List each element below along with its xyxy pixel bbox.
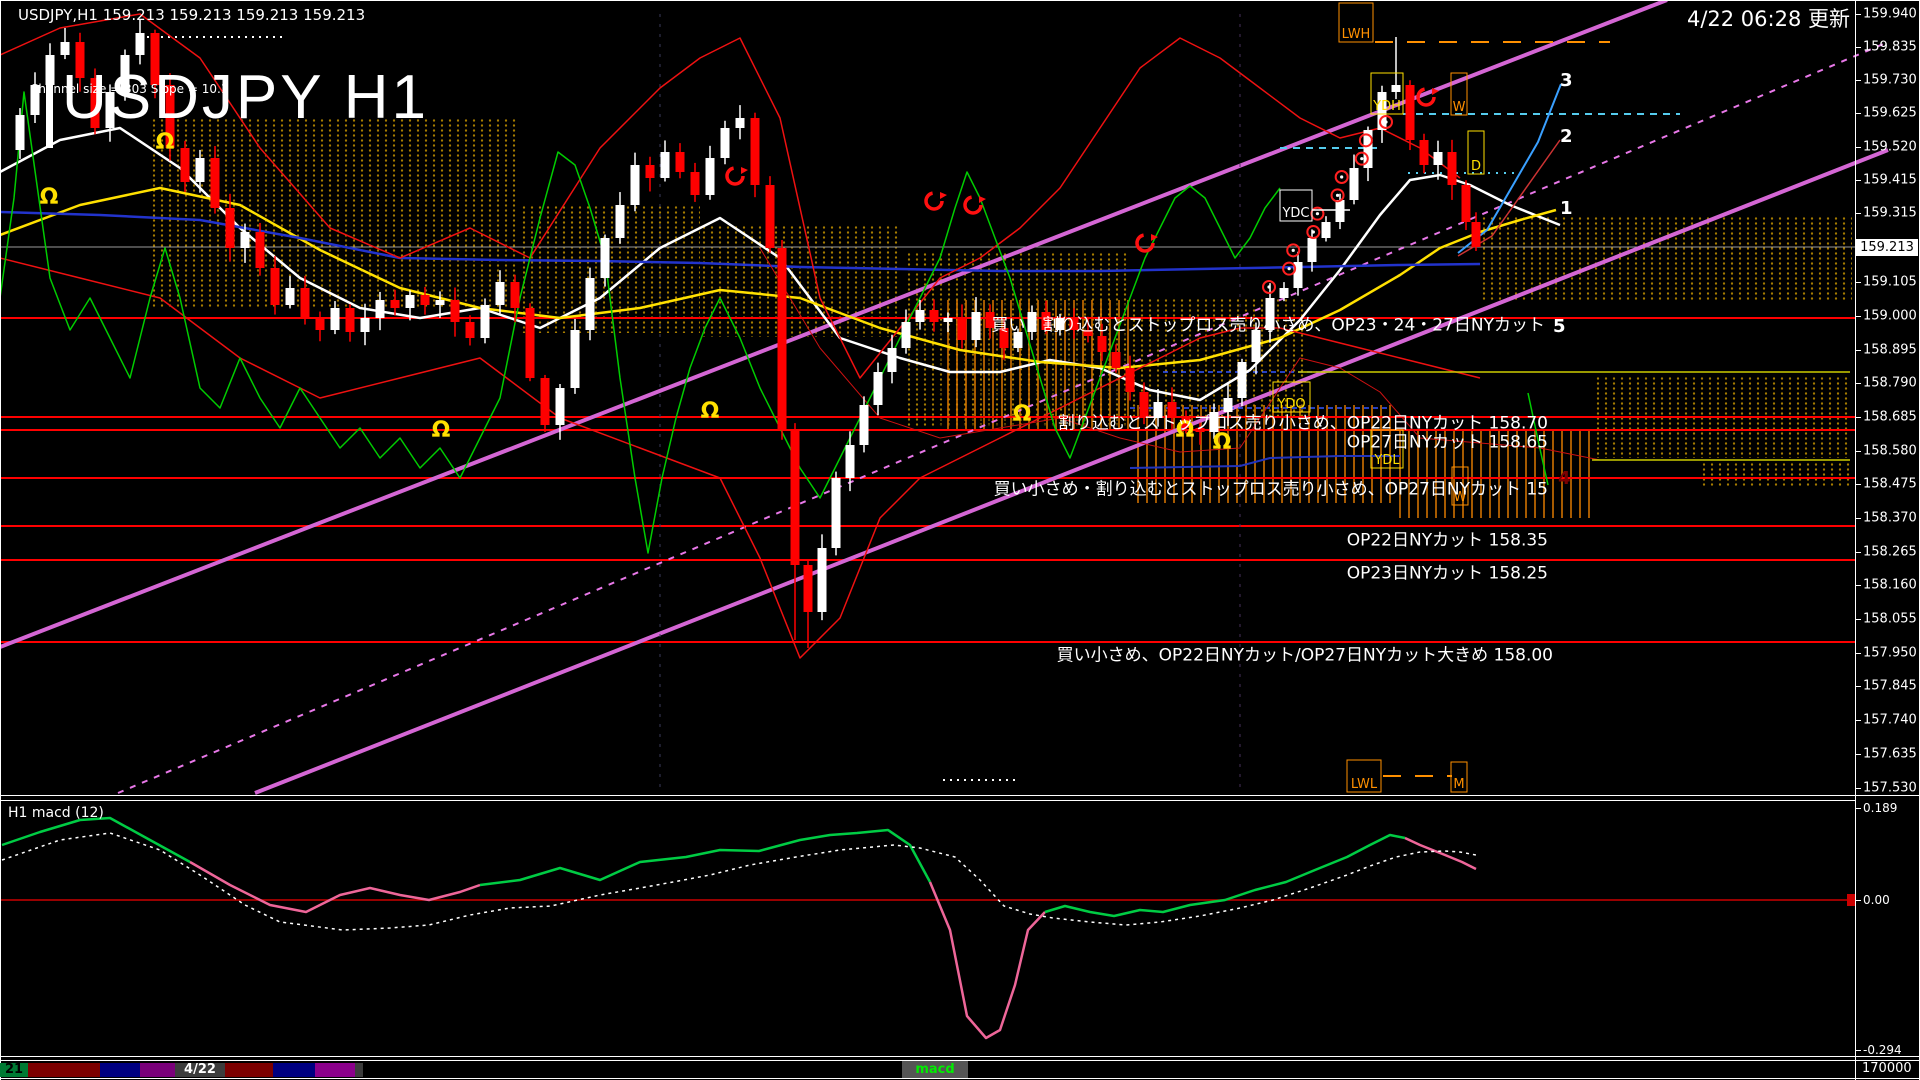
refresh-timestamp-button[interactable]: 4/22 06:28 更新 <box>1687 3 1850 33</box>
price-axis-label: 157.530 <box>1863 780 1917 796</box>
label-layer: 159.940 159.835 159.730 159.625 159.520 159.4… <box>0 0 1920 1080</box>
frame-line-6 <box>0 1078 1920 1079</box>
price-axis-label: 159.415 <box>1863 172 1917 188</box>
price-axis-tick <box>1855 47 1861 48</box>
price-axis-label: 157.635 <box>1863 746 1917 762</box>
timeline-bar-segment-5: 4/22 <box>175 1063 225 1077</box>
frame-line-1 <box>0 0 1920 1</box>
price-axis-tick <box>1855 14 1861 15</box>
price-axis-tick <box>1855 788 1861 789</box>
macd-axis-tick <box>1855 1050 1861 1051</box>
price-axis-tick <box>1855 552 1861 553</box>
frame-line-9 <box>1855 0 1856 1080</box>
price-axis-tick <box>1855 350 1861 351</box>
price-axis-tick <box>1855 417 1861 418</box>
price-axis-label: 159.625 <box>1863 105 1917 121</box>
price-axis-label: 158.580 <box>1863 443 1917 459</box>
timeline-bar-label: 4/22 <box>184 1062 216 1077</box>
bottom-right-value: 170000 <box>1862 1061 1912 1076</box>
op-annotation-text-6: OP23日NYカット 158.25 <box>1346 563 1548 584</box>
price-axis-label: 157.740 <box>1863 712 1917 728</box>
timeline-bar-segment-7 <box>273 1063 315 1077</box>
timeline-bar-label: 21 <box>4 1062 24 1077</box>
watermark-symbol-text: USDJPY H1 <box>62 63 429 132</box>
macd-axis-label: 0.00 <box>1863 893 1890 907</box>
price-axis-label: 158.370 <box>1863 510 1917 526</box>
timeline-bar-segment-6 <box>225 1063 273 1077</box>
price-axis-label: 159.105 <box>1863 274 1917 290</box>
macd-indicator-label: H1 macd (12) <box>8 805 104 821</box>
macd-axis-label: -0.294 <box>1863 1043 1902 1057</box>
frame-line-3 <box>0 800 1856 801</box>
macd-toggle-button[interactable]: macd ON! <box>902 1061 968 1080</box>
price-axis-label: 159.835 <box>1863 39 1917 55</box>
price-axis-tick <box>1855 754 1861 755</box>
price-axis-label: 158.475 <box>1863 476 1917 492</box>
frame-line-2 <box>0 795 1920 796</box>
op-annotation-text-5: OP22日NYカット 158.35 <box>1346 530 1548 551</box>
op-annotation-text-3: OP27日NYカット 158.65 <box>1346 432 1548 453</box>
price-axis-label: 158.265 <box>1863 544 1917 560</box>
price-axis-label: 159.000 <box>1863 308 1917 324</box>
price-axis-tick <box>1855 113 1861 114</box>
price-axis-tick <box>1855 383 1861 384</box>
price-axis-tick <box>1855 518 1861 519</box>
price-axis-label: 158.055 <box>1863 611 1917 627</box>
price-axis-tick <box>1855 316 1861 317</box>
price-axis-tick <box>1855 147 1861 148</box>
price-axis-label: 158.895 <box>1863 342 1917 358</box>
price-axis-tick <box>1855 619 1861 620</box>
timeline-bar-segment-1: 21 <box>0 1063 28 1077</box>
price-axis-label: 159.520 <box>1863 139 1917 155</box>
price-axis-label: 159.315 <box>1863 205 1917 221</box>
macd-axis-tick <box>1855 900 1861 901</box>
price-axis-label: 157.845 <box>1863 678 1917 694</box>
price-axis-tick <box>1855 720 1861 721</box>
price-axis-label: 158.790 <box>1863 375 1917 391</box>
price-axis-tick <box>1855 653 1861 654</box>
timeline-bar-segment-3 <box>100 1063 140 1077</box>
op-annotation-text-1: 買い・割り込むとストップロス売り小さめ、OP23・24・27日NYカット <box>991 315 1545 336</box>
price-axis-label: 157.950 <box>1863 645 1917 661</box>
macd-axis-tick <box>1855 808 1861 809</box>
price-axis-tick <box>1855 451 1861 452</box>
frame-line-4 <box>0 1056 1920 1057</box>
timeline-bar-segment-9 <box>355 1063 363 1077</box>
timeline-bar-segment-4 <box>140 1063 175 1077</box>
watermark-bar <box>46 58 53 148</box>
channel-info-text: Channel size = 303 Slope = 10.1 <box>30 82 229 96</box>
price-axis-tick <box>1855 686 1861 687</box>
timeline-bar-segment-8 <box>315 1063 355 1077</box>
macd-axis-label: 0.189 <box>1863 801 1898 815</box>
price-axis-label: 159.940 <box>1863 6 1917 22</box>
frame-line-7 <box>0 0 1 1080</box>
price-axis-tick <box>1855 213 1861 214</box>
price-axis-tick <box>1855 80 1861 81</box>
price-axis-tick <box>1855 484 1861 485</box>
trading-app-window: Ω Ω Ω Ω Ω Ω Ω LWH YDH W D YDC YDO YDL W LWL M 3 2 1 5 4 159.9… <box>0 0 1920 1080</box>
price-axis-tick <box>1855 180 1861 181</box>
price-axis-label: 159.730 <box>1863 72 1917 88</box>
current-price-badge: 159.213 <box>1856 239 1918 256</box>
price-axis-tick <box>1855 282 1861 283</box>
timeline-bar-segment-2 <box>28 1063 100 1077</box>
price-axis-tick <box>1855 585 1861 586</box>
price-axis-label: 158.160 <box>1863 577 1917 593</box>
price-axis-label: 158.685 <box>1863 409 1917 425</box>
op-annotation-text-7: 買い小さめ、OP22日NYカット/OP27日NYカット大きめ 158.00 <box>1056 645 1553 666</box>
symbol-title: USDJPY,H1 159.213 159.213 159.213 159.21… <box>18 6 366 24</box>
op-annotation-text-4: 買い小さめ・割り込むとストップロス売り小さめ、OP27日NYカット 15 <box>993 479 1548 500</box>
